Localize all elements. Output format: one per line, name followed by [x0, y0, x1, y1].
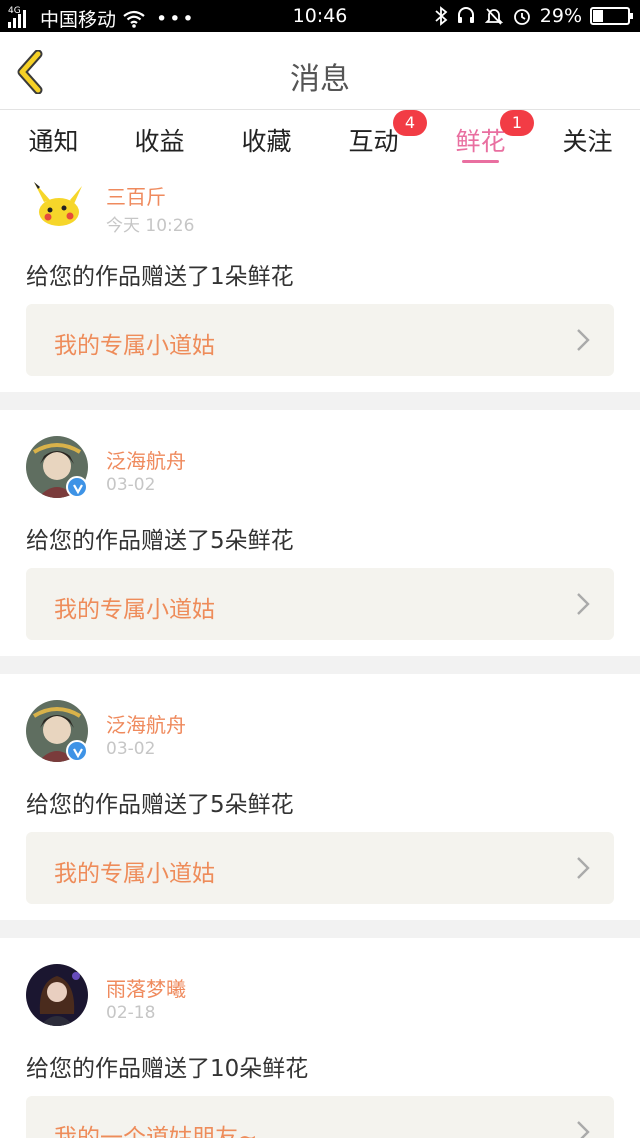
unread-badge: 1	[500, 110, 534, 136]
work-link[interactable]: 我的专属小道姑	[26, 304, 614, 376]
tab-flowers[interactable]: 鲜花 1	[427, 110, 534, 163]
unread-badge: 4	[393, 110, 427, 136]
tab-label: 收益	[134, 127, 185, 156]
tab-earnings[interactable]: 收益	[106, 122, 213, 158]
header: 消息	[0, 32, 640, 110]
card-divider	[0, 920, 640, 938]
card-divider	[0, 656, 640, 674]
user-avatar[interactable]	[26, 172, 88, 234]
username[interactable]: 泛海航舟	[106, 445, 186, 474]
work-link[interactable]: 我的专属小道姑	[26, 568, 614, 640]
message-card: 泛海航舟 03-02 给您的作品赠送了5朵鲜花 我的专属小道姑	[0, 410, 640, 656]
portrait-avatar-icon	[26, 964, 88, 1026]
username[interactable]: 三百斤	[106, 181, 166, 210]
message-time: 03-02	[106, 739, 156, 759]
pikachu-avatar-icon	[26, 172, 88, 234]
chevron-right-icon	[577, 1121, 590, 1138]
tab-bar: 通知 收益 收藏 互动 4 鲜花 1 关注	[0, 110, 640, 170]
tab-notifications[interactable]: 通知	[0, 122, 107, 158]
battery-percent: 29%	[539, 5, 582, 27]
work-title: 我的一个道姑朋友~	[54, 1125, 258, 1138]
work-title: 我的专属小道姑	[54, 861, 215, 887]
chevron-right-icon	[577, 593, 590, 615]
active-tab-indicator	[462, 160, 499, 163]
message-time: 03-02	[106, 475, 156, 495]
chevron-right-icon	[577, 329, 590, 351]
verified-badge-icon	[66, 476, 88, 498]
battery-icon	[590, 7, 633, 25]
headset-icon	[457, 7, 474, 23]
tab-label: 收藏	[241, 127, 292, 156]
message-time: 今天 10:26	[106, 216, 195, 236]
bluetooth-icon	[435, 6, 448, 26]
alarm-icon	[513, 9, 530, 25]
message-time: 02-18	[106, 1003, 156, 1023]
message-text: 给您的作品赠送了5朵鲜花	[26, 792, 294, 818]
message-card: 三百斤 今天 10:26 给您的作品赠送了1朵鲜花 我的专属小道姑	[0, 170, 640, 392]
tab-interactions[interactable]: 互动 4	[320, 110, 427, 158]
work-title: 我的专属小道姑	[54, 333, 215, 359]
status-bar: 4G 中国移动 ••• 10:46 29%	[0, 0, 640, 32]
tab-label: 关注	[562, 127, 613, 156]
tab-label: 鲜花	[455, 127, 506, 156]
work-link[interactable]: 我的一个道姑朋友~	[26, 1096, 614, 1138]
page-title: 消息	[290, 62, 350, 97]
tab-label: 互动	[348, 127, 399, 156]
tab-following[interactable]: 关注	[534, 122, 640, 158]
username[interactable]: 雨落梦曦	[106, 973, 186, 1002]
work-title: 我的专属小道姑	[54, 597, 215, 623]
card-divider	[0, 392, 640, 410]
username[interactable]: 泛海航舟	[106, 709, 186, 738]
tab-favorites[interactable]: 收藏	[213, 122, 320, 158]
user-avatar[interactable]	[26, 964, 88, 1026]
tab-label: 通知	[28, 127, 79, 156]
mute-icon	[484, 8, 503, 25]
message-card: 雨落梦曦 02-18 给您的作品赠送了10朵鲜花 我的一个道姑朋友~	[0, 938, 640, 1138]
chevron-right-icon	[577, 857, 590, 879]
message-text: 给您的作品赠送了10朵鲜花	[26, 1056, 309, 1082]
work-link[interactable]: 我的专属小道姑	[26, 832, 614, 904]
message-text: 给您的作品赠送了1朵鲜花	[26, 264, 294, 290]
message-card: 泛海航舟 03-02 给您的作品赠送了5朵鲜花 我的专属小道姑	[0, 674, 640, 920]
message-text: 给您的作品赠送了5朵鲜花	[26, 528, 294, 554]
verified-badge-icon	[66, 740, 88, 762]
